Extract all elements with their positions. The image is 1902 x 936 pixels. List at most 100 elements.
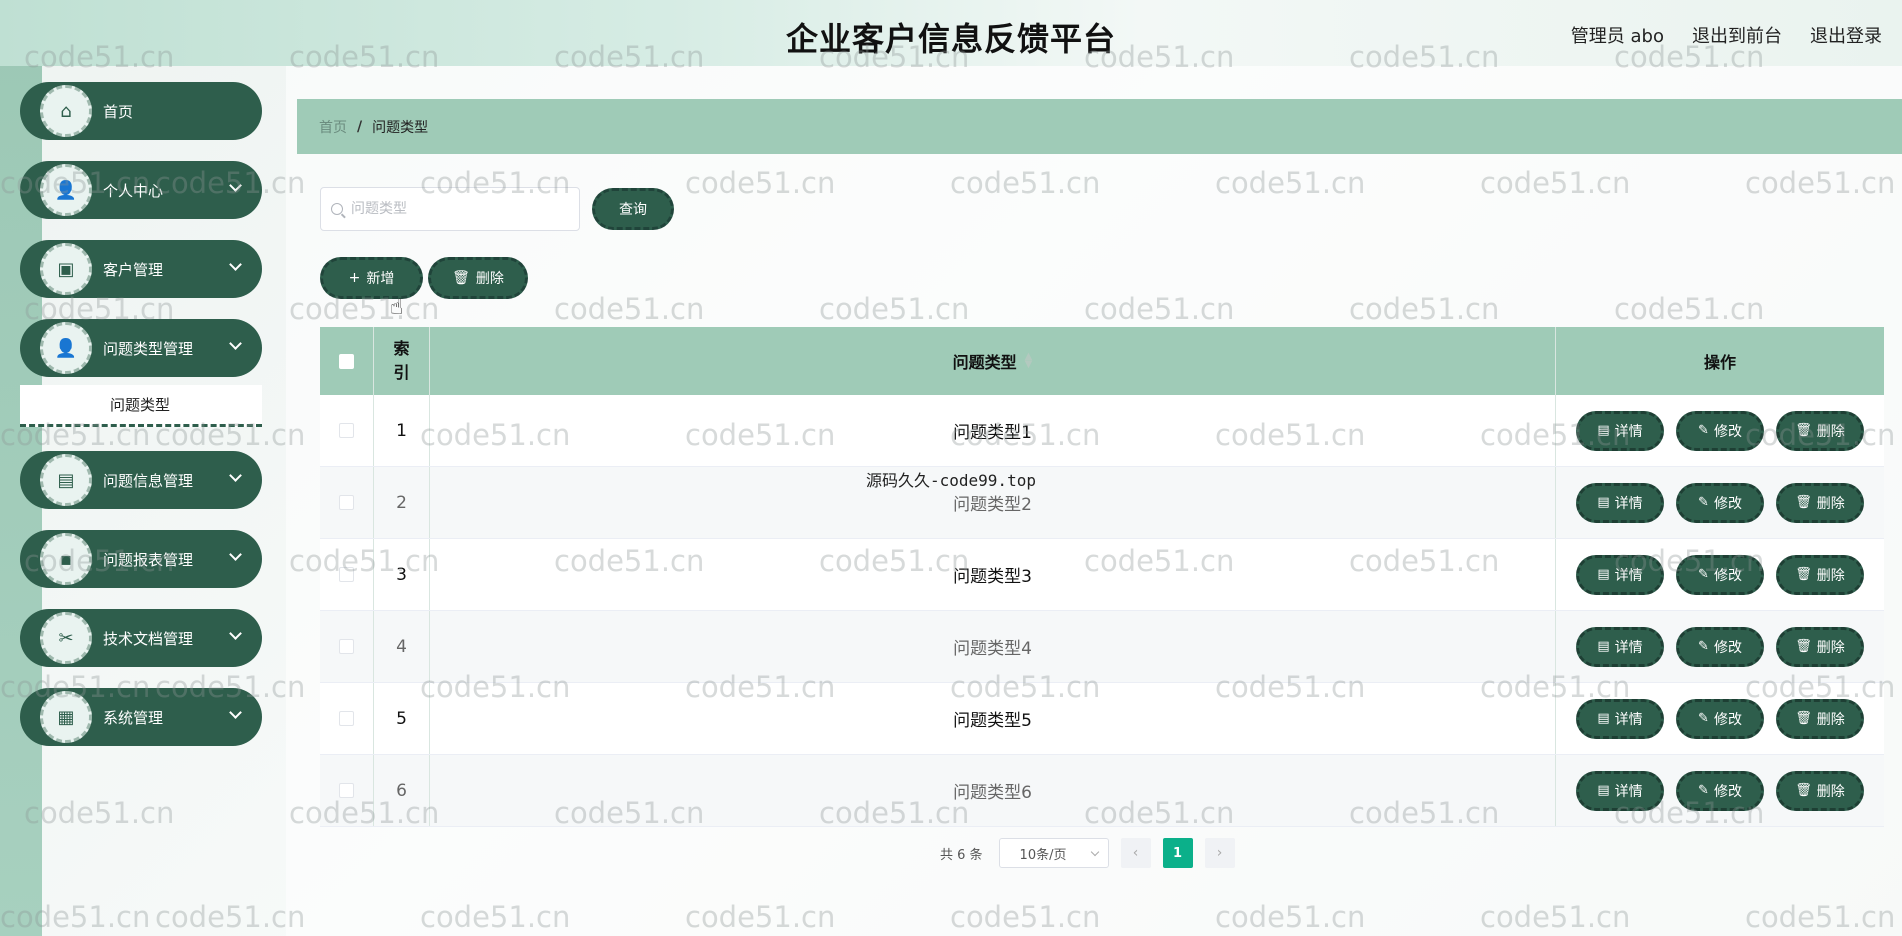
- search-input[interactable]: [351, 201, 561, 217]
- sidebar-item-issue-info[interactable]: ▤ 问题信息管理: [20, 451, 262, 509]
- issue-type-table: 索引 问题类型 ▲ ▼ 操作 1 问题类型1 ▤ 详情 ✎ 修改 🗑 删除 2 问题类型2 ▤ 详情 ✎ 修…: [320, 327, 1884, 827]
- row-index: 2: [374, 467, 430, 538]
- sidebar-item-issue-reports[interactable]: ▪ 问题报表管理: [20, 530, 262, 588]
- user-icon: 👤: [40, 164, 92, 216]
- sort-icon[interactable]: ▲ ▼: [1025, 352, 1033, 370]
- detail-button[interactable]: ▤ 详情: [1576, 554, 1664, 595]
- table-header: 索引 问题类型 ▲ ▼ 操作: [320, 327, 1884, 395]
- document-icon: ▤: [1597, 495, 1610, 510]
- row-checkbox[interactable]: [339, 711, 354, 726]
- sidebar-item-label: 首页: [103, 102, 134, 121]
- sidebar-item-label: 问题信息管理: [103, 471, 194, 490]
- sidebar-subitem-issue-type[interactable]: 问题类型: [20, 385, 262, 427]
- row-issue-type: 问题类型1: [430, 395, 1556, 466]
- delete-button[interactable]: 🗑 删除: [1776, 698, 1864, 739]
- row-index: 6: [374, 755, 430, 826]
- table-row: 5 问题类型5 ▤ 详情 ✎ 修改 🗑 删除: [320, 683, 1884, 755]
- row-issue-type: 问题类型3: [430, 539, 1556, 610]
- row-checkbox[interactable]: [339, 423, 354, 438]
- exit-to-front-link[interactable]: 退出到前台: [1692, 22, 1782, 48]
- sidebar-item-home[interactable]: ⌂ 首页: [20, 82, 262, 140]
- watermark-text: code51.cn: [24, 796, 175, 830]
- trash-icon: 🗑: [452, 270, 470, 286]
- search-button[interactable]: 查询: [592, 188, 674, 230]
- page-number-current[interactable]: 1: [1162, 838, 1193, 868]
- document-icon: ▤: [1597, 423, 1610, 438]
- sidebar-item-tech-docs[interactable]: ✂ 技术文档管理: [20, 609, 262, 667]
- user-icon: 👤: [40, 322, 92, 374]
- pencil-icon: ✎: [1698, 567, 1709, 582]
- detail-button[interactable]: ▤ 详情: [1576, 410, 1664, 451]
- monitor-icon: ▣: [40, 243, 92, 295]
- document-icon: ▤: [1597, 711, 1610, 726]
- sidebar-item-profile[interactable]: 👤 个人中心: [20, 161, 262, 219]
- detail-button[interactable]: ▤ 详情: [1576, 698, 1664, 739]
- row-issue-type: 问题类型5: [430, 683, 1556, 754]
- sidebar-item-system[interactable]: ▦ 系统管理: [20, 688, 262, 746]
- table-row: 1 问题类型1 ▤ 详情 ✎ 修改 🗑 删除: [320, 395, 1884, 467]
- page-size-select[interactable]: 10条/页: [998, 838, 1109, 868]
- add-button[interactable]: + 新增: [320, 257, 423, 299]
- trash-icon: 🗑: [1795, 639, 1812, 654]
- table-row: 4 问题类型4 ▤ 详情 ✎ 修改 🗑 删除: [320, 611, 1884, 683]
- delete-button[interactable]: 🗑 删除: [1776, 626, 1864, 667]
- edit-button[interactable]: ✎ 修改: [1676, 554, 1764, 595]
- search-icon: [331, 203, 343, 215]
- document-icon: ▤: [1597, 639, 1610, 654]
- row-checkbox[interactable]: [339, 783, 354, 798]
- pencil-icon: ✎: [1698, 423, 1709, 438]
- sidebar-item-issue-types[interactable]: 👤 问题类型管理: [20, 319, 262, 377]
- delete-button[interactable]: 🗑 删除: [1776, 482, 1864, 523]
- row-actions: ▤ 详情 ✎ 修改 🗑 删除: [1556, 467, 1884, 538]
- chevron-down-icon: [229, 706, 242, 719]
- document-icon: ▤: [1597, 567, 1610, 582]
- sidebar-item-label: 问题类型管理: [103, 339, 194, 358]
- row-checkbox[interactable]: [339, 567, 354, 582]
- row-index: 4: [374, 611, 430, 682]
- next-page-button[interactable]: ›: [1204, 838, 1235, 868]
- type-header[interactable]: 问题类型 ▲ ▼: [430, 327, 1556, 395]
- index-header: 索引: [374, 327, 430, 395]
- sidebar-item-label: 技术文档管理: [103, 629, 194, 648]
- watermark-text: code51.cn: [155, 900, 306, 934]
- chevron-down-icon: [1090, 847, 1099, 856]
- edit-button[interactable]: ✎ 修改: [1676, 770, 1764, 811]
- delete-button[interactable]: 🗑 删除: [1776, 410, 1864, 451]
- chevron-down-icon: [229, 548, 242, 561]
- prev-page-button[interactable]: ‹: [1120, 838, 1151, 868]
- row-actions: ▤ 详情 ✎ 修改 🗑 删除: [1556, 683, 1884, 754]
- chevron-down-icon: [229, 469, 242, 482]
- sidebar-item-label: 问题报表管理: [103, 550, 194, 569]
- delete-button[interactable]: 🗑 删除: [1776, 770, 1864, 811]
- row-checkbox[interactable]: [339, 495, 354, 510]
- detail-button[interactable]: ▤ 详情: [1576, 482, 1664, 523]
- detail-button[interactable]: ▤ 详情: [1576, 626, 1664, 667]
- edit-button[interactable]: ✎ 修改: [1676, 410, 1764, 451]
- row-checkbox[interactable]: [339, 639, 354, 654]
- chevron-down-icon: [229, 337, 242, 350]
- pencil-icon: ✎: [1698, 711, 1709, 726]
- pencil-icon: ✎: [1698, 639, 1709, 654]
- breadcrumb-home[interactable]: 首页: [319, 117, 347, 137]
- chevron-down-icon: [229, 258, 242, 271]
- trash-icon: 🗑: [1795, 423, 1812, 438]
- edit-button[interactable]: ✎ 修改: [1676, 482, 1764, 523]
- detail-button[interactable]: ▤ 详情: [1576, 770, 1664, 811]
- chevron-down-icon: [229, 627, 242, 640]
- row-actions: ▤ 详情 ✎ 修改 🗑 删除: [1556, 395, 1884, 466]
- row-actions: ▤ 详情 ✎ 修改 🗑 删除: [1556, 611, 1884, 682]
- ticket-icon: ✂: [40, 612, 92, 664]
- select-all-checkbox[interactable]: [339, 353, 354, 369]
- breadcrumb: 首页 / 问题类型: [297, 99, 1902, 154]
- add-button-label: 新增: [366, 271, 395, 287]
- row-index: 5: [374, 683, 430, 754]
- bulk-delete-button[interactable]: 🗑 删除: [428, 257, 528, 299]
- edit-button[interactable]: ✎ 修改: [1676, 698, 1764, 739]
- admin-user-label[interactable]: 管理员 abo: [1571, 22, 1664, 48]
- document-icon: ▤: [1597, 783, 1610, 798]
- logout-link[interactable]: 退出登录: [1810, 22, 1882, 48]
- table-row: 3 问题类型3 ▤ 详情 ✎ 修改 🗑 删除: [320, 539, 1884, 611]
- sidebar-item-customers[interactable]: ▣ 客户管理: [20, 240, 262, 298]
- edit-button[interactable]: ✎ 修改: [1676, 626, 1764, 667]
- delete-button[interactable]: 🗑 删除: [1776, 554, 1864, 595]
